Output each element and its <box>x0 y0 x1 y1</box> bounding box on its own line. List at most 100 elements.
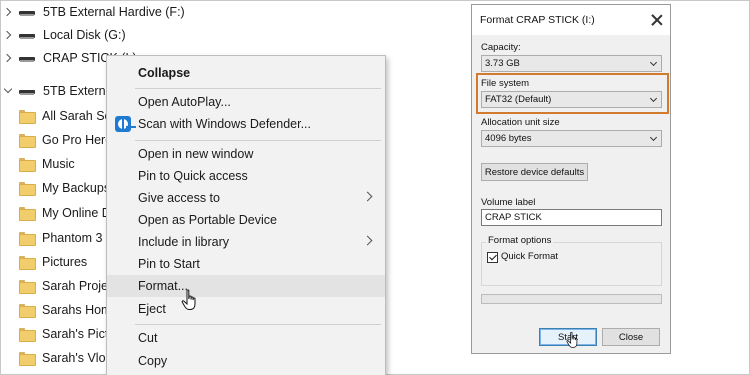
menu-item-label: Open in new window <box>138 147 254 161</box>
chevron-right-icon[interactable] <box>3 53 13 63</box>
tree-item-label: Local Disk (G:) <box>43 28 126 42</box>
folder-icon <box>19 256 36 270</box>
tree-item-label: Music <box>42 157 75 171</box>
hand-cursor-icon <box>566 331 578 348</box>
menu-item-label: Include in library <box>138 235 230 249</box>
drive-icon <box>19 54 35 63</box>
capacity-label: Capacity: <box>481 42 521 53</box>
menu-item-open-new-window[interactable]: Open in new window <box>107 143 385 165</box>
button-label: Close <box>618 331 644 343</box>
menu-item-label: Eject <box>138 302 166 316</box>
menu-divider <box>135 324 381 325</box>
button-label: Restore device defaults <box>484 166 585 178</box>
menu-item-give-access[interactable]: Give access to <box>107 187 385 209</box>
format-progress-bar <box>481 294 662 304</box>
tree-item-label: My Online D <box>42 206 111 220</box>
chevron-right-icon[interactable] <box>3 30 13 40</box>
allocation-unit-select[interactable]: 4096 bytes <box>481 130 662 147</box>
menu-item-open-portable[interactable]: Open as Portable Device <box>107 209 385 231</box>
menu-item-label: Give access to <box>138 191 220 205</box>
restore-defaults-button[interactable]: Restore device defaults <box>481 163 588 181</box>
folder-icon <box>19 352 36 366</box>
menu-item-cut[interactable]: Cut <box>107 327 385 349</box>
menu-item-collapse[interactable]: Collapse <box>107 62 385 84</box>
folder-icon <box>19 328 36 342</box>
tree-item-label: Sarah Projec <box>42 279 115 293</box>
menu-item-eject[interactable]: Eject <box>107 298 385 320</box>
folder-icon <box>19 280 36 294</box>
menu-item-include-library[interactable]: Include in library <box>107 231 385 253</box>
drive-icon <box>19 31 35 40</box>
close-button[interactable]: Close <box>602 328 660 346</box>
menu-item-format[interactable]: Format... <box>107 275 385 297</box>
tree-folder-item[interactable]: Sarah's Pictu <box>1 323 115 345</box>
tree-item-label: Go Pro Hero <box>42 133 113 147</box>
tree-folder-item[interactable]: Sarah Projec <box>1 275 114 297</box>
tree-folder-item[interactable]: Go Pro Hero <box>1 129 112 151</box>
menu-item-label: Open as Portable Device <box>138 213 277 227</box>
menu-item-label: Pin to Quick access <box>138 169 248 183</box>
tree-item-label: Sarah's Vlog <box>42 351 113 365</box>
menu-item-label: Collapse <box>138 66 191 80</box>
tree-folder-item[interactable]: My Backups <box>1 177 110 199</box>
tree-folder-item[interactable]: Pictures <box>1 251 87 273</box>
drive-icon <box>19 87 35 96</box>
menu-item-open-autoplay[interactable]: Open AutoPlay... <box>107 91 385 113</box>
menu-item-pin-start[interactable]: Pin to Start <box>107 253 385 275</box>
file-system-select[interactable]: FAT32 (Default) <box>481 91 662 108</box>
menu-item-scan-defender[interactable]: Scan with Windows Defender... <box>107 113 385 135</box>
volume-label-input[interactable]: CRAP STICK <box>481 209 662 226</box>
dialog-title: Format CRAP STICK (I:) <box>480 14 595 26</box>
allocation-unit-value: 4096 bytes <box>485 133 532 144</box>
folder-icon <box>19 110 36 124</box>
menu-item-label: Copy <box>138 354 168 368</box>
folder-icon <box>19 304 36 318</box>
chevron-down-icon <box>649 94 658 103</box>
folder-icon <box>19 207 36 221</box>
chevron-right-icon <box>362 235 373 246</box>
tree-folder-item[interactable]: My Online D <box>1 202 111 224</box>
chevron-down-icon <box>649 133 658 142</box>
menu-divider <box>135 140 381 141</box>
folder-icon <box>19 158 36 172</box>
folder-icon <box>19 182 36 196</box>
tree-folder-item[interactable]: Sarah's Vlog <box>1 347 112 369</box>
format-options-group <box>481 242 662 286</box>
chevron-right-icon[interactable] <box>3 7 13 17</box>
tree-item-drive-f[interactable]: 5TB External Hardive (F:) <box>1 1 185 23</box>
tree-folder-item[interactable]: All Sarah Sch <box>1 105 118 127</box>
hand-cursor-icon <box>181 289 196 310</box>
context-menu: Collapse Open AutoPlay... Scan with Wind… <box>106 55 386 375</box>
folder-icon <box>19 134 36 148</box>
chevron-down-icon <box>649 58 658 67</box>
menu-item-pin-quick-access[interactable]: Pin to Quick access <box>107 165 385 187</box>
quick-format-label[interactable]: Quick Format <box>501 251 558 262</box>
tree-item-label: 5TB External Hardive (F:) <box>43 5 185 19</box>
volume-label-caption: Volume label <box>481 197 536 208</box>
capacity-value: 3.73 GB <box>485 58 520 69</box>
windows-defender-icon <box>115 116 136 132</box>
allocation-unit-label: Allocation unit size <box>481 117 560 128</box>
quick-format-checkbox[interactable] <box>487 252 498 263</box>
folder-icon <box>19 232 36 246</box>
tree-folder-item[interactable]: Music <box>1 153 75 175</box>
chevron-right-icon <box>362 191 373 202</box>
dialog-titlebar: Format CRAP STICK (I:) <box>472 5 670 35</box>
menu-item-copy[interactable]: Copy <box>107 350 385 372</box>
tree-folder-item[interactable]: Phantom 3 <box>1 227 102 249</box>
menu-item-label: Cut <box>138 331 158 345</box>
format-options-label: Format options <box>486 235 554 246</box>
tree-folder-item[interactable]: Sarahs Hom <box>1 299 111 321</box>
file-system-value: FAT32 (Default) <box>485 94 552 105</box>
tree-item-label: Phantom 3 <box>42 231 103 245</box>
file-system-label: File system <box>481 78 530 89</box>
chevron-down-icon[interactable] <box>3 86 13 96</box>
tree-item-label: My Backups <box>42 181 111 195</box>
volume-label-value: CRAP STICK <box>485 212 542 223</box>
menu-item-label: Pin to Start <box>138 257 200 271</box>
tree-item-drive-g[interactable]: Local Disk (G:) <box>1 24 126 46</box>
menu-item-label: Scan with Windows Defender... <box>138 117 311 131</box>
close-icon[interactable] <box>651 14 663 26</box>
capacity-select[interactable]: 3.73 GB <box>481 55 662 72</box>
drive-icon <box>19 8 35 17</box>
